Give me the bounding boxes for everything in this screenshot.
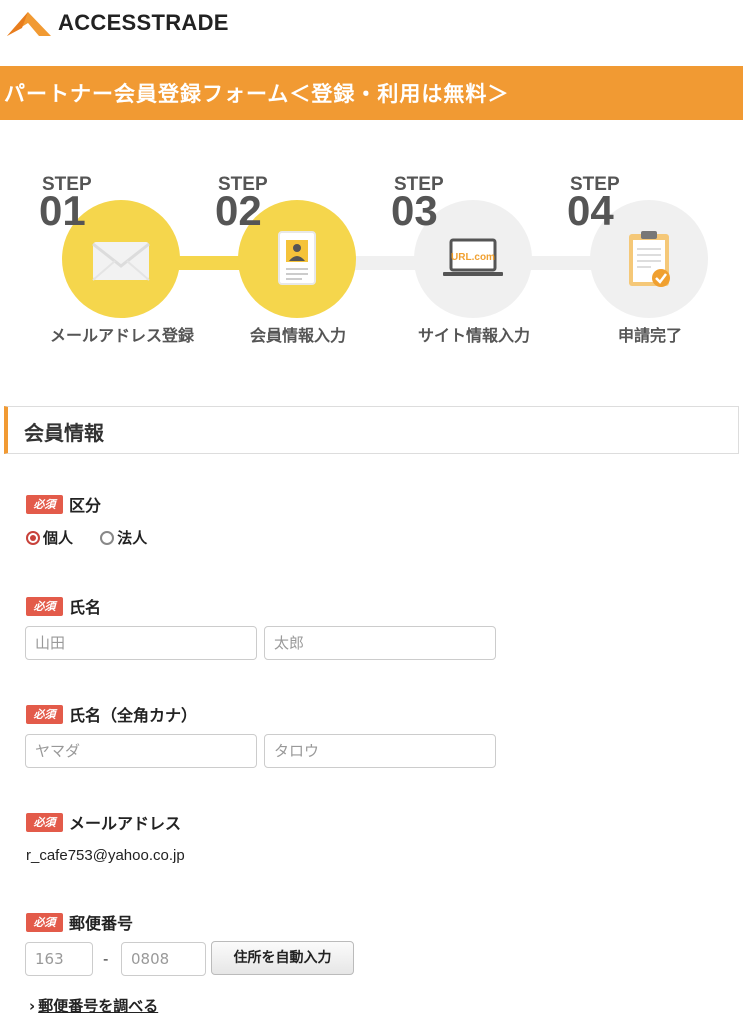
name-label: 氏名	[69, 598, 102, 617]
step-progress: STEP 01 メールアドレス登録 STEP 02 会員情報入力 URL.com…	[0, 170, 743, 360]
category-radio-group: 個人 法人	[26, 527, 169, 548]
required-badge: 必須	[26, 704, 63, 724]
required-badge: 必須	[26, 812, 63, 832]
step-4: STEP 04 申請完了	[567, 170, 730, 360]
step-2-label: 会員情報入力	[249, 326, 346, 345]
required-badge: 必須	[26, 912, 63, 932]
banner-title: パートナー会員登録フォーム＜登録・利用は無料＞	[4, 82, 510, 106]
step-2-number: 02	[215, 187, 262, 234]
postal-code-part2-input[interactable]: 0808	[121, 942, 206, 976]
email-label-row: 必須 メールアドレス	[26, 810, 181, 834]
header: ACCESSTRADE	[0, 0, 743, 64]
step-4-number: 04	[567, 187, 614, 234]
chevron-right-icon: ›	[29, 997, 36, 1015]
category-label-row: 必須 区分	[26, 492, 101, 516]
brand-name[interactable]: ACCESSTRADE	[58, 10, 229, 36]
radio-corporation[interactable]: 法人	[100, 527, 147, 548]
last-name-input[interactable]: 山田	[25, 626, 257, 660]
last-name-kana-input[interactable]: ヤマダ	[25, 734, 257, 768]
laptop-url-icon: URL.com	[443, 238, 503, 276]
radio-individual-circle[interactable]	[26, 530, 40, 545]
envelope-icon	[92, 242, 150, 281]
section-header: 会員情報	[4, 406, 739, 454]
form-banner: パートナー会員登録フォーム＜登録・利用は無料＞	[0, 66, 743, 120]
postal-lookup-link[interactable]: › 郵便番号を調べる	[29, 995, 158, 1016]
step-3: URL.com STEP 03 サイト情報入力	[391, 170, 554, 360]
step-1-number: 01	[39, 187, 86, 234]
step-2: STEP 02 会員情報入力	[215, 170, 378, 360]
url-text: URL.com	[451, 252, 495, 263]
step-3-label: サイト情報入力	[417, 326, 530, 345]
step-4-label: 申請完了	[617, 326, 682, 345]
step-1: STEP 01 メールアドレス登録	[39, 170, 202, 360]
required-badge: 必須	[26, 494, 63, 514]
required-badge: 必須	[26, 596, 63, 616]
postal-label-row: 必須 郵便番号	[26, 910, 133, 934]
postal-code-part1-input[interactable]: 163	[25, 942, 93, 976]
address-autofill-button[interactable]: 住所を自動入力	[211, 941, 354, 975]
step-3-number: 03	[391, 187, 438, 234]
category-label: 区分	[69, 496, 102, 515]
radio-corporation-label[interactable]: 法人	[117, 529, 147, 547]
postal-separator: -	[103, 950, 109, 968]
radio-corporation-circle[interactable]	[100, 530, 115, 545]
email-value: r_cafe753@yahoo.co.jp	[26, 847, 185, 864]
email-label: メールアドレス	[69, 814, 182, 833]
radio-individual[interactable]: 個人	[26, 527, 73, 548]
kana-label: 氏名（全角カナ）	[69, 706, 198, 725]
postal-label: 郵便番号	[69, 914, 134, 933]
clipboard-check-icon	[629, 231, 670, 287]
radio-individual-label[interactable]: 個人	[43, 529, 73, 547]
section-title: 会員情報	[24, 421, 104, 445]
member-card-icon	[278, 231, 316, 285]
first-name-input[interactable]: 太郎	[264, 626, 496, 660]
step-1-label: メールアドレス登録	[49, 326, 194, 345]
first-name-kana-input[interactable]: タロウ	[264, 734, 496, 768]
accesstrade-logo-icon[interactable]	[6, 9, 52, 37]
name-label-row: 必須 氏名	[26, 594, 101, 618]
kana-label-row: 必須 氏名（全角カナ）	[26, 702, 197, 726]
postal-lookup-link-text[interactable]: 郵便番号を調べる	[38, 997, 158, 1015]
